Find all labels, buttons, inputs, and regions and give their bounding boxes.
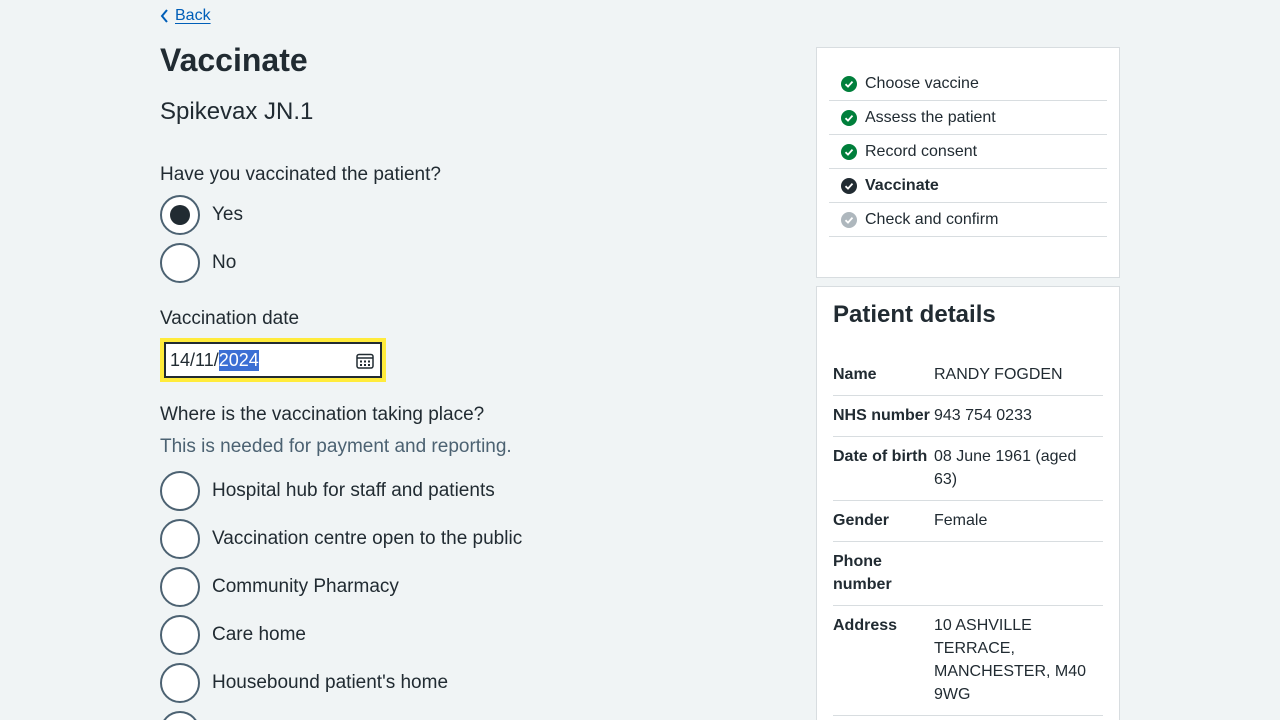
patient-key: Phone number	[833, 553, 892, 593]
patient-value: Female	[934, 512, 988, 529]
calendar-icon[interactable]	[356, 353, 374, 374]
patient-row-phone: Phone number	[833, 542, 1103, 606]
patient-value: 10 ASHVILLE TERRACE, MANCHESTER, M40 9WG	[934, 617, 1087, 703]
step-check-confirm: Check and confirm	[829, 198, 1107, 237]
patient-key: Date of birth	[833, 448, 928, 465]
patient-value: RANDY FOGDEN	[934, 366, 1063, 383]
radio-hospital-hub[interactable]: Hospital hub for staff and patients	[160, 471, 495, 511]
step-label: Assess the patient	[865, 108, 996, 126]
patient-key: NHS number	[833, 407, 930, 424]
radio-hospital-hub-label: Hospital hub for staff and patients	[212, 480, 495, 501]
vaccination-date-input[interactable]: 14/11/2024	[164, 342, 382, 378]
radio-next-option[interactable]	[160, 711, 200, 720]
patient-row-gender: Gender Female	[833, 501, 1103, 542]
step-label: Record consent	[865, 142, 978, 160]
radio-care-home-label: Care home	[212, 624, 306, 645]
radio-no-label: No	[212, 252, 237, 273]
tick-icon	[841, 75, 857, 92]
date-value-prefix: 14/11/	[170, 349, 219, 370]
radio-community-pharmacy-label: Community Pharmacy	[212, 576, 399, 597]
radio-yes[interactable]: Yes	[160, 195, 243, 235]
patient-value: 943 754 0233	[934, 407, 1032, 424]
radio-vaccination-centre[interactable]: Vaccination centre open to the public	[160, 519, 522, 559]
patient-row-name: Name RANDY FOGDEN	[833, 355, 1103, 396]
radio-community-pharmacy[interactable]: Community Pharmacy	[160, 567, 399, 607]
patient-key: Address	[833, 617, 898, 634]
vaccination-date-label: Vaccination date	[160, 308, 300, 329]
back-link[interactable]: Back	[160, 7, 211, 25]
step-label: Check and confirm	[865, 210, 999, 228]
tick-icon	[841, 177, 857, 194]
page-title: Vaccinate	[160, 42, 308, 78]
date-value-selected: 2024	[218, 349, 259, 371]
patient-row-address: Address 10 ASHVILLE TERRACE, MANCHESTER,…	[833, 606, 1103, 716]
patient-details-heading: Patient details	[833, 301, 996, 328]
task-list: Choose vaccine Assess the patient Record…	[816, 47, 1120, 278]
radio-vaccination-centre-circle[interactable]	[160, 519, 200, 559]
patient-key: Name	[833, 366, 877, 383]
vaccine-name: Spikevax JN.1	[160, 98, 314, 125]
tick-icon	[841, 211, 857, 228]
chevron-left-icon	[160, 9, 169, 23]
tick-icon	[841, 109, 857, 126]
patient-row-nhs-number: NHS number 943 754 0233	[833, 396, 1103, 437]
tick-icon	[841, 143, 857, 160]
patient-key: Gender	[833, 512, 890, 529]
radio-housebound-home-label: Housebound patient's home	[212, 672, 449, 693]
vaccination-date-focus-ring: 14/11/2024	[160, 338, 386, 382]
radio-care-home[interactable]: Care home	[160, 615, 306, 655]
radio-yes-label: Yes	[212, 204, 243, 225]
radio-next-option-circle[interactable]	[160, 711, 200, 720]
radio-housebound-home-circle[interactable]	[160, 663, 200, 703]
radio-no[interactable]: No	[160, 243, 236, 283]
radio-care-home-circle[interactable]	[160, 615, 200, 655]
location-hint: This is needed for payment and reporting…	[160, 436, 512, 457]
patient-details-card: Patient details Name RANDY FOGDEN NHS nu…	[816, 286, 1120, 720]
vaccinated-question: Have you vaccinated the patient?	[160, 164, 441, 185]
back-link-label: Back	[175, 7, 211, 24]
radio-hospital-hub-circle[interactable]	[160, 471, 200, 511]
step-label: Vaccinate	[865, 176, 939, 194]
radio-community-pharmacy-circle[interactable]	[160, 567, 200, 607]
step-label: Choose vaccine	[865, 74, 979, 92]
patient-value	[934, 550, 1103, 596]
patient-row-dob: Date of birth 08 June 1961 (aged 63)	[833, 437, 1103, 501]
radio-yes-circle[interactable]	[160, 195, 200, 235]
radio-housebound-home[interactable]: Housebound patient's home	[160, 663, 448, 703]
radio-no-circle[interactable]	[160, 243, 200, 283]
location-question: Where is the vaccination taking place?	[160, 404, 485, 425]
radio-vaccination-centre-label: Vaccination centre open to the public	[212, 528, 523, 549]
patient-value: 08 June 1961 (aged 63)	[934, 448, 1077, 488]
